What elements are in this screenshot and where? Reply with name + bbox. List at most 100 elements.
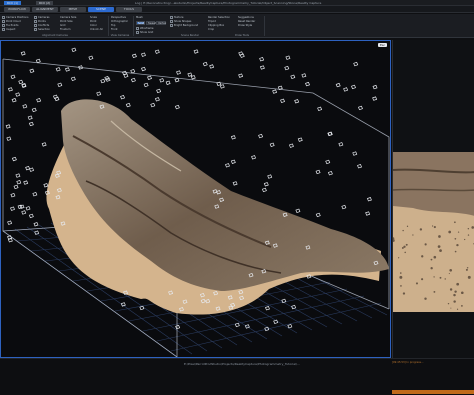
ribbon-item[interactable]: Cameras [34,16,50,19]
viewport-close-button[interactable]: Esc [378,43,387,47]
camera-frustum-icon [297,137,303,142]
ribbon-item[interactable]: Render Selection [208,16,230,19]
camera-frustum-icon [291,304,297,310]
ribbon-separator [108,16,109,36]
ribbon-item[interactable]: Mesh [136,16,143,19]
ribbon-item[interactable]: Reset Render [238,20,255,23]
ribbon-item-label: Cameras [38,16,50,19]
ribbon-item-label: Inspect [6,28,16,31]
ribbon-item[interactable]: Inspect [2,28,15,31]
camera-frustum-icon [154,97,160,102]
camera-frustum-icon [139,305,145,311]
pebble [457,231,460,233]
solid-button[interactable]: Solid [136,21,145,25]
ribbon-item[interactable]: Clipping Box [208,24,224,27]
tab-scene[interactable]: SCENE [88,7,114,12]
camera-frustum-icon [352,151,358,156]
ribbon-item[interactable]: Grid [60,24,65,27]
ribbon-item[interactable]: Perspective [111,16,126,19]
camera-frustum-icon [156,88,162,94]
camera-frustum-icon [147,75,152,80]
ribbon-item[interactable]: Camera Size [60,16,76,19]
checkbox-icon [170,20,173,23]
pebble [421,255,424,258]
ribbon-item[interactable]: Suggestions [238,16,254,19]
pebble [460,291,464,295]
ribbon-item[interactable]: Draw Style [238,24,252,27]
camera-frustum-icon [33,222,39,227]
ribbon-item[interactable]: Points [34,20,46,23]
pebble [412,234,414,236]
camera-frustum-icon [174,77,180,83]
ribbon-tab-row: WORKFLOW ALIGNMENT MESH SCENE TOOLS [0,6,474,13]
camera-frustum-icon [6,136,12,141]
camera-frustum-icon [219,84,225,89]
camera-frustum-icon [325,159,331,165]
pebble [439,276,442,279]
ribbon-item-label: Tie Points [6,24,19,27]
pebble [465,268,468,271]
camera-frustum-icon [290,74,296,80]
camera-frustum-icon [23,180,29,185]
ribbon-item[interactable]: Conflicts [34,24,49,27]
ribbon-item[interactable]: Unlock All [90,28,103,31]
pebble [448,230,452,234]
ribbon-item[interactable]: Point Size [60,20,73,23]
3d-viewport[interactable]: Esc [0,40,391,358]
image-viewport[interactable] [392,40,474,358]
ribbon-item[interactable]: Crop [208,28,214,31]
ribbon-item[interactable]: Point [90,20,96,23]
ribbon-item[interactable]: Selection [34,28,50,31]
scene-canvas[interactable] [1,41,391,358]
tab-alignment[interactable]: ALIGNMENT [32,7,58,12]
ribbon-item[interactable]: Show Shapes [170,20,191,23]
camera-frustum-icon [27,115,33,120]
camera-frustum-icon [28,121,34,127]
pebble [424,243,427,246]
ribbon-item[interactable]: Wireframe [136,27,154,30]
camera-frustum-icon [341,204,347,210]
camera-frustum-icon [301,73,307,78]
ribbon-item-label: Grid [60,24,66,27]
ribbon-item[interactable]: Tie Points [2,24,18,27]
camera-frustum-icon [335,82,341,88]
camera-frustum-icon [230,159,236,164]
camera-frustum-icon [193,49,199,54]
vertex-button[interactable]: Vertex [156,21,166,25]
ribbon-item[interactable]: Texture [170,16,184,19]
pebble [467,227,470,230]
image-canvas[interactable] [393,40,474,358]
group-label-scene-render: Scene Render [181,34,199,37]
ribbon-item[interactable]: Scale [90,16,97,19]
sweet-button[interactable]: Sweet [146,21,156,25]
ribbon-item[interactable]: Tripod [208,20,216,23]
camera-frustum-icon [267,174,273,179]
camera-frustum-icon [238,51,244,56]
window-tab-1[interactable]: RC0 (1) [4,1,22,5]
ribbon-item[interactable]: Color [90,24,97,27]
ribbon-item[interactable]: Frustum [60,28,71,31]
photo-rock [393,152,474,216]
pebble [439,249,442,252]
tab-mesh[interactable]: MESH [60,7,86,12]
tab-tools[interactable]: TOOLS [116,7,142,12]
camera-frustum-icon [230,135,236,140]
checkbox-icon [2,16,5,19]
camera-frustum-icon [190,75,196,80]
ribbon-item[interactable]: Bright Background [170,24,198,27]
ribbon-item-label: Point Size [60,20,73,23]
ribbon-item[interactable]: Orthographic [111,20,128,23]
ribbon-item[interactable]: Top [111,24,115,27]
ribbon-item-label: Orthographic [111,20,129,23]
ribbon-item[interactable]: Camera Positions [2,16,28,19]
pebble [430,267,433,270]
camera-frustum-icon [88,55,94,60]
ribbon-item[interactable]: Point Cloud [2,20,21,23]
tab-workflow[interactable]: WORKFLOW [4,7,30,12]
pebble [402,229,404,232]
group-label-alignment-cameras: Alignment Cameras [42,34,68,37]
ribbon-item[interactable]: Front [111,28,118,31]
ribbon-item-label: Frustum [60,28,71,31]
window-tab-2[interactable]: RC0 (2) [36,1,54,5]
checkbox-icon [34,28,37,31]
